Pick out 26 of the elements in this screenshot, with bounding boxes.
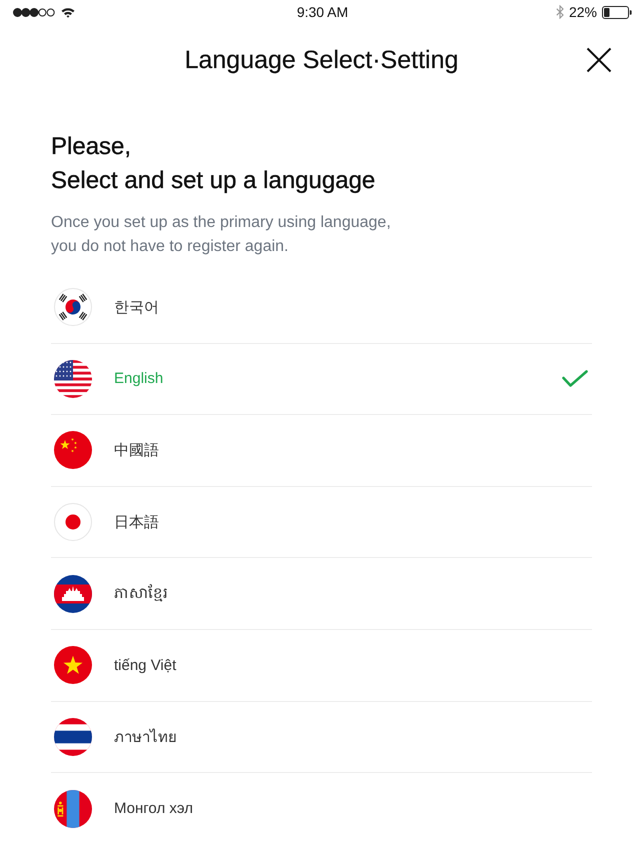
bluetooth-icon bbox=[556, 5, 564, 19]
signal-icon bbox=[13, 8, 55, 16]
intro-description: Once you set up as the primary using language, you do not have to register again. bbox=[51, 213, 392, 257]
close-icon[interactable] bbox=[586, 47, 612, 73]
american-flag-icon bbox=[54, 360, 92, 398]
language-option[interactable]: 日本語 bbox=[51, 486, 592, 558]
language-option[interactable]: ភាសាខ្មែរ bbox=[51, 558, 592, 630]
language-option[interactable]: 한국어 bbox=[51, 272, 592, 344]
language-option[interactable]: tiếng Việt bbox=[51, 630, 592, 702]
language-option[interactable]: 中國語 bbox=[51, 415, 592, 487]
status-time: 9:30 AM bbox=[296, 4, 348, 20]
wifi-icon bbox=[61, 6, 75, 18]
battery-icon bbox=[602, 6, 632, 18]
battery-percentage: 22% bbox=[568, 4, 597, 20]
intro-heading: Please, Select and set up a langugage bbox=[51, 132, 376, 196]
checkmark-icon bbox=[562, 370, 588, 388]
vietnamese-flag-icon bbox=[54, 646, 92, 684]
korean-flag-icon bbox=[54, 288, 92, 326]
language-option[interactable]: ภาษาไทย bbox=[51, 702, 592, 774]
mongolian-flag-icon bbox=[54, 790, 92, 828]
chinese-flag-icon bbox=[54, 431, 92, 470]
page-title: Language Select·Setting bbox=[184, 46, 458, 74]
japanese-flag-icon bbox=[54, 503, 92, 542]
language-option[interactable]: Монгол хэл bbox=[51, 773, 592, 845]
thai-flag-icon bbox=[54, 718, 92, 756]
cambodian-flag-icon bbox=[54, 574, 92, 613]
